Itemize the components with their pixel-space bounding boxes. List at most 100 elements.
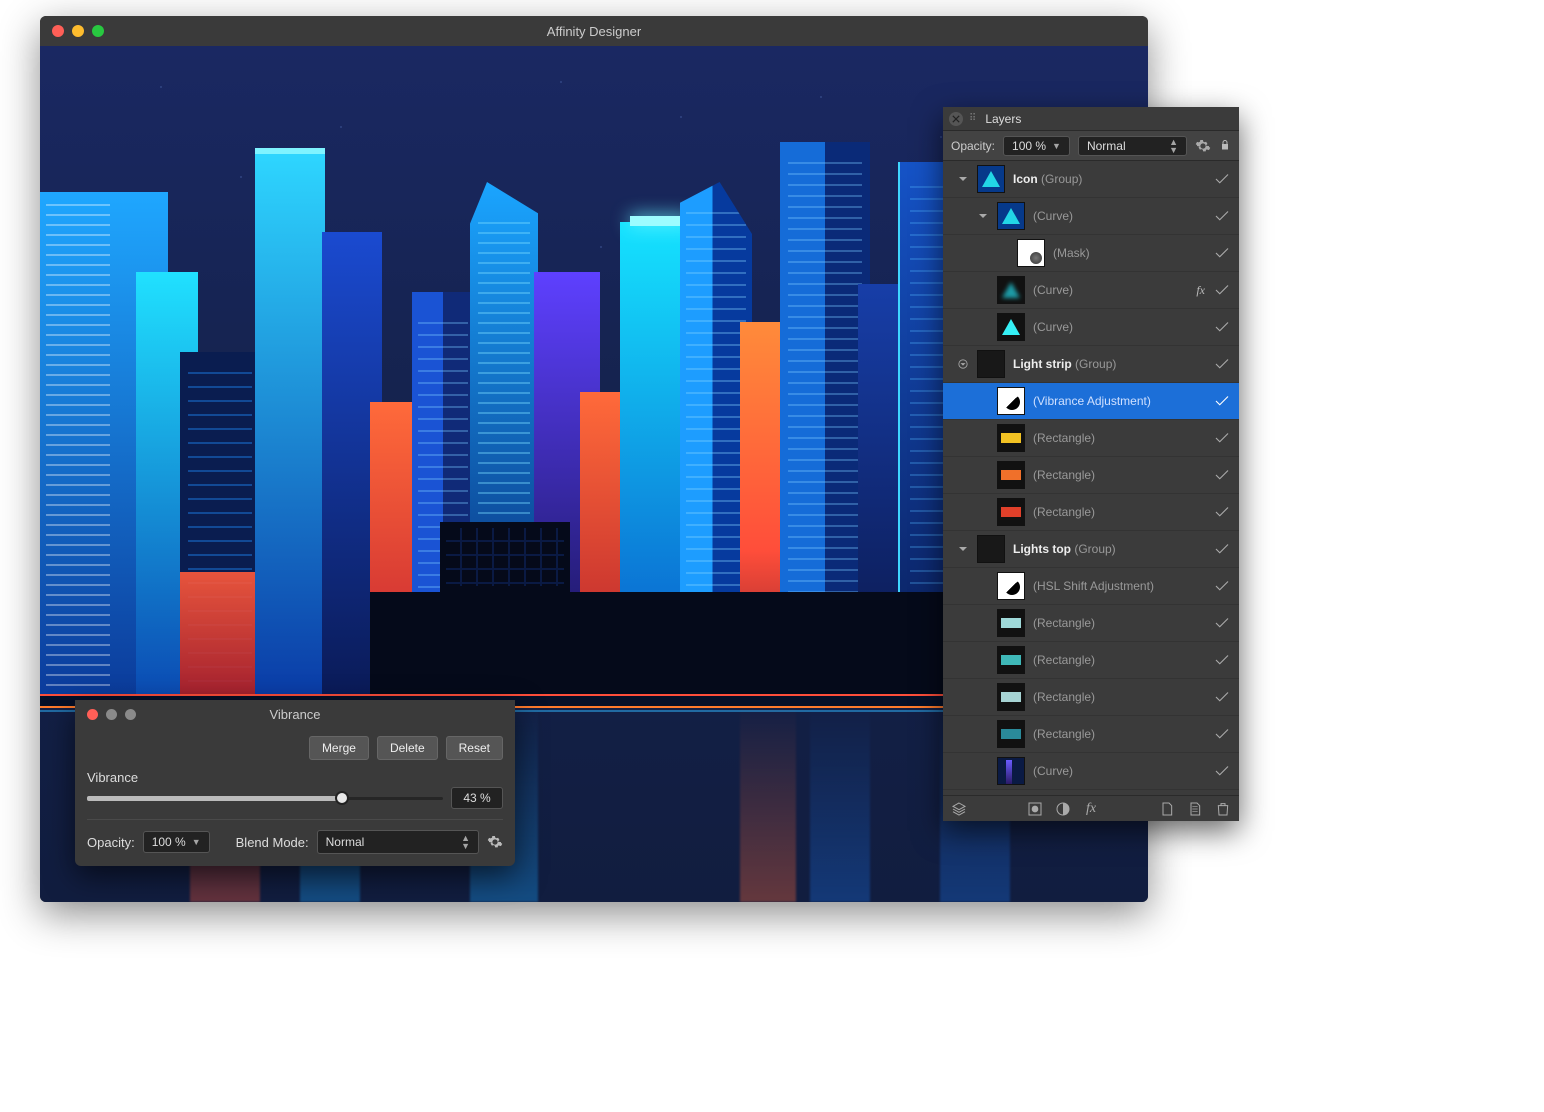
titlebar[interactable]: Affinity Designer xyxy=(40,16,1148,46)
layer-row[interactable]: (Rectangle) xyxy=(943,457,1239,494)
disclosure-toggle xyxy=(977,395,989,407)
app-title: Affinity Designer xyxy=(40,24,1148,39)
visibility-toggle[interactable] xyxy=(1213,392,1231,410)
dialog-close-button[interactable] xyxy=(87,709,98,720)
panel-tabbar[interactable]: ⠿ Layers xyxy=(943,107,1239,131)
layer-name: Icon (Group) xyxy=(1013,172,1205,186)
minimize-window-button[interactable] xyxy=(72,25,84,37)
vibrance-slider[interactable]: 43 % xyxy=(87,791,503,805)
disclosure-toggle xyxy=(977,506,989,518)
layer-thumbnail xyxy=(997,498,1025,526)
visibility-toggle[interactable] xyxy=(1213,170,1231,188)
fx-icon[interactable]: fx xyxy=(1083,801,1099,817)
stepper-icon: ▲▼ xyxy=(1169,138,1178,154)
zoom-window-button[interactable] xyxy=(92,25,104,37)
layer-row[interactable]: Light strip (Group) xyxy=(943,346,1239,383)
layer-row[interactable]: (Curve) xyxy=(943,198,1239,235)
disclosure-toggle xyxy=(977,617,989,629)
reset-button[interactable]: Reset xyxy=(446,736,503,760)
layer-name: (Rectangle) xyxy=(1033,616,1205,630)
close-window-button[interactable] xyxy=(52,25,64,37)
visibility-toggle[interactable] xyxy=(1213,614,1231,632)
disclosure-toggle[interactable] xyxy=(957,543,969,555)
visibility-toggle[interactable] xyxy=(1213,762,1231,780)
stepper-icon: ▲▼ xyxy=(461,834,470,850)
caret-down-icon: ▼ xyxy=(192,837,201,847)
disclosure-toggle[interactable] xyxy=(957,173,969,185)
layer-name: (Curve) xyxy=(1033,283,1188,297)
layer-row[interactable]: (Vibrance Adjustment) xyxy=(943,383,1239,420)
dialog-zoom-button[interactable] xyxy=(125,709,136,720)
visibility-toggle[interactable] xyxy=(1213,244,1231,262)
layer-row[interactable]: Lights top (Group) xyxy=(943,531,1239,568)
panel-grip-icon[interactable]: ⠿ xyxy=(969,113,977,124)
disclosure-toggle xyxy=(977,432,989,444)
disclosure-toggle xyxy=(977,580,989,592)
layer-row[interactable]: (Rectangle) xyxy=(943,605,1239,642)
layer-thumbnail xyxy=(977,165,1005,193)
visibility-toggle[interactable] xyxy=(1213,355,1231,373)
layers-panel[interactable]: ⠿ Layers Opacity: 100 %▼ Normal ▲▼ Icon … xyxy=(943,107,1239,821)
disclosure-toggle xyxy=(997,247,1009,259)
layers-list[interactable]: Icon (Group)(Curve)(Mask)(Curve)fx(Curve… xyxy=(943,161,1239,795)
visibility-toggle[interactable] xyxy=(1213,429,1231,447)
panel-tab-layers[interactable]: Layers xyxy=(985,112,1021,126)
disclosure-toggle xyxy=(977,321,989,333)
layer-thumbnail xyxy=(997,387,1025,415)
disclosure-toggle xyxy=(977,469,989,481)
layer-row[interactable]: Icon (Group) xyxy=(943,161,1239,198)
layer-row[interactable]: (Rectangle) xyxy=(943,642,1239,679)
visibility-toggle[interactable] xyxy=(1213,207,1231,225)
new-pixel-layer-icon[interactable] xyxy=(1187,801,1203,817)
visibility-toggle[interactable] xyxy=(1213,577,1231,595)
panel-opacity-label: Opacity: xyxy=(951,139,995,153)
layer-row[interactable]: (Rectangle) xyxy=(943,716,1239,753)
new-layer-icon[interactable] xyxy=(1159,801,1175,817)
adjustment-icon[interactable] xyxy=(1055,801,1071,817)
layer-row[interactable]: (Rectangle) xyxy=(943,679,1239,716)
dialog-minimize-button[interactable] xyxy=(106,709,117,720)
layer-thumbnail xyxy=(997,683,1025,711)
visibility-toggle[interactable] xyxy=(1213,725,1231,743)
trash-icon[interactable] xyxy=(1215,801,1231,817)
visibility-toggle[interactable] xyxy=(1213,688,1231,706)
layer-row[interactable]: (Rectangle) xyxy=(943,494,1239,531)
layer-row[interactable]: (Curve) xyxy=(943,753,1239,790)
layer-row[interactable]: (Mask) xyxy=(943,235,1239,272)
vibrance-value[interactable]: 43 % xyxy=(451,787,503,809)
panel-close-button[interactable] xyxy=(949,112,963,126)
layer-row[interactable]: (Curve) xyxy=(943,309,1239,346)
panel-blend-dropdown[interactable]: Normal ▲▼ xyxy=(1078,136,1187,156)
layer-row[interactable]: (Rectangle) xyxy=(943,420,1239,457)
disclosure-toggle[interactable] xyxy=(977,210,989,222)
panel-opacity-dropdown[interactable]: 100 %▼ xyxy=(1003,136,1070,156)
disclosure-toggle xyxy=(977,691,989,703)
merge-button[interactable]: Merge xyxy=(309,736,369,760)
visibility-toggle[interactable] xyxy=(1213,651,1231,669)
visibility-toggle[interactable] xyxy=(1213,466,1231,484)
visibility-toggle[interactable] xyxy=(1213,281,1231,299)
dialog-opacity-dropdown[interactable]: 100 %▼ xyxy=(143,831,210,853)
dialog-blend-dropdown[interactable]: Normal ▲▼ xyxy=(317,830,479,854)
visibility-toggle[interactable] xyxy=(1213,318,1231,336)
artwork-foreground xyxy=(370,592,1010,702)
layer-name: (Rectangle) xyxy=(1033,727,1205,741)
lock-icon[interactable] xyxy=(1219,139,1231,153)
disclosure-toggle xyxy=(977,654,989,666)
vibrance-slider-label: Vibrance xyxy=(87,770,503,785)
disclosure-toggle[interactable] xyxy=(957,358,969,370)
layer-name: (Curve) xyxy=(1033,320,1205,334)
vibrance-dialog[interactable]: Vibrance Merge Delete Reset Vibrance 43 … xyxy=(75,700,515,866)
layers-stack-icon[interactable] xyxy=(951,801,967,817)
gear-icon[interactable] xyxy=(1195,138,1211,154)
visibility-toggle[interactable] xyxy=(1213,503,1231,521)
mask-icon[interactable] xyxy=(1027,801,1043,817)
layer-thumbnail xyxy=(997,572,1025,600)
dialog-titlebar[interactable]: Vibrance xyxy=(75,700,515,728)
visibility-toggle[interactable] xyxy=(1213,540,1231,558)
dialog-button-row: Merge Delete Reset xyxy=(87,736,503,760)
layer-row[interactable]: (HSL Shift Adjustment) xyxy=(943,568,1239,605)
gear-icon[interactable] xyxy=(487,834,503,850)
layer-row[interactable]: (Curve)fx xyxy=(943,272,1239,309)
delete-button[interactable]: Delete xyxy=(377,736,438,760)
